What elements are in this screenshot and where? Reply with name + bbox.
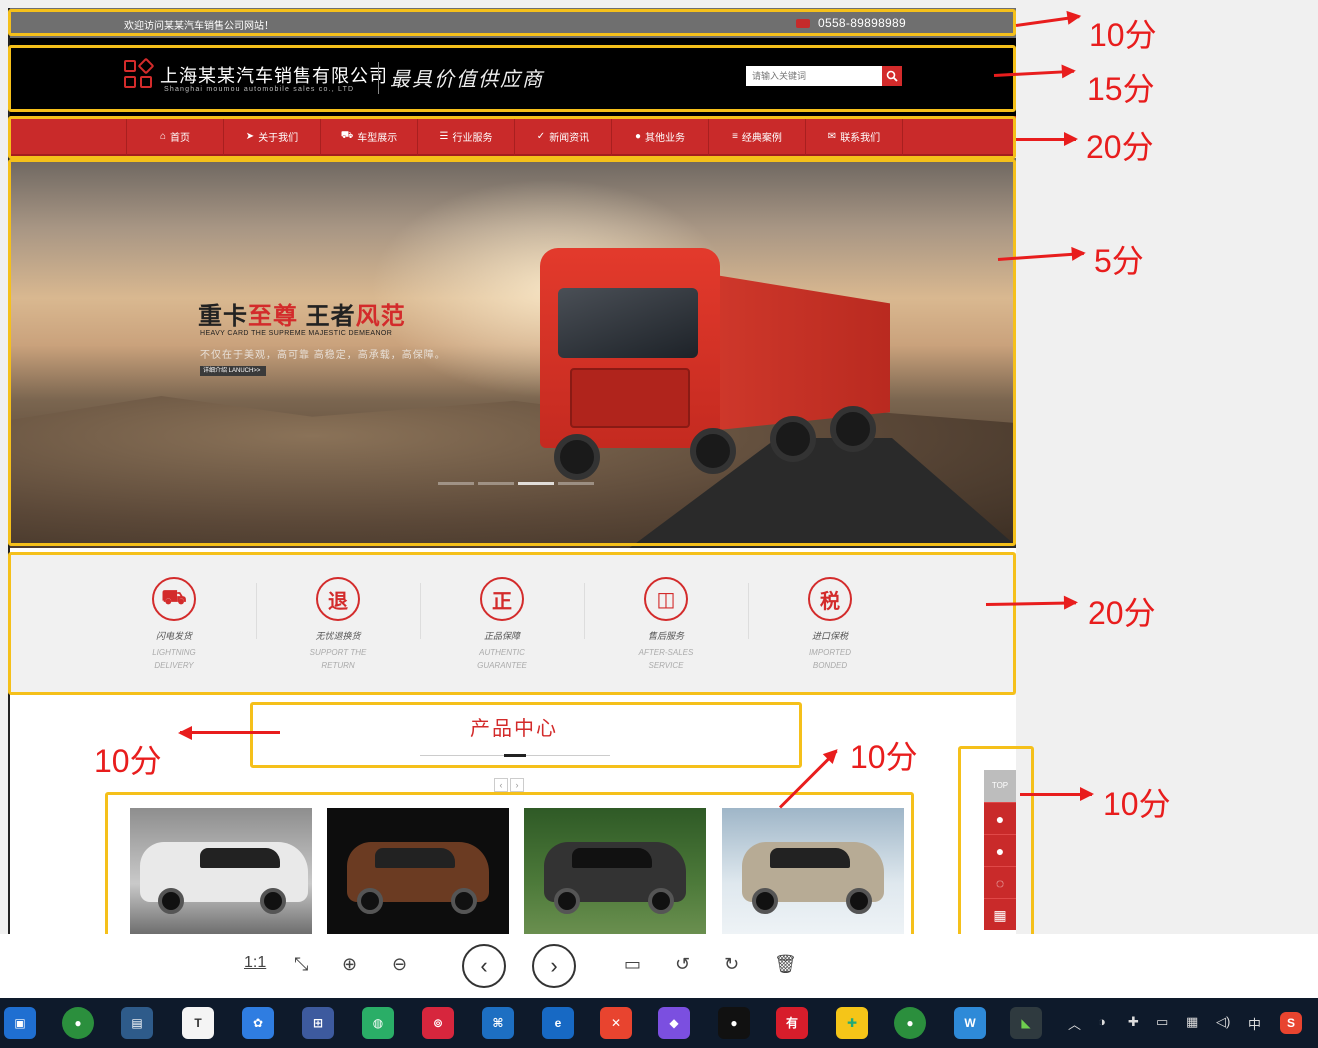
- app-icon[interactable]: 有: [776, 1007, 808, 1039]
- app-icon[interactable]: ⊞: [302, 1007, 334, 1039]
- zoom-in-icon[interactable]: ⊕: [342, 954, 357, 975]
- chevron-up-icon[interactable]: ︿: [1068, 1014, 1081, 1033]
- annotation-arrow: [1020, 787, 1094, 801]
- app-icon[interactable]: ◣: [1010, 1007, 1042, 1039]
- fit-window-icon[interactable]: ⤡: [294, 954, 308, 975]
- score-label: 10分: [1089, 17, 1157, 53]
- annotation-box: [8, 45, 1016, 112]
- annotation-box: [105, 792, 914, 942]
- qq-icon[interactable]: ●: [718, 1007, 750, 1039]
- rotate-right-icon[interactable]: ↻: [724, 954, 739, 975]
- score-label: 20分: [1086, 129, 1154, 165]
- annotation-box: [250, 702, 802, 768]
- chrome-icon[interactable]: ●: [62, 1007, 94, 1039]
- score-label: 10分: [850, 739, 918, 775]
- edge-icon[interactable]: e: [542, 1007, 574, 1039]
- network-icon[interactable]: ▦: [1186, 1014, 1198, 1030]
- tray-icon[interactable]: ✚: [1128, 1014, 1139, 1030]
- score-label: 15分: [1087, 71, 1155, 107]
- app-icon[interactable]: ◆: [658, 1007, 690, 1039]
- app-icon[interactable]: W: [954, 1007, 986, 1039]
- annotation-box: [8, 552, 1016, 695]
- score-label: 5分: [1094, 243, 1144, 279]
- app-icon[interactable]: ✚: [836, 1007, 868, 1039]
- next-image-button[interactable]: ›: [532, 944, 576, 988]
- annotation-box: [958, 746, 1034, 950]
- annotation-box: [8, 9, 1016, 36]
- annotation-box: [8, 159, 1016, 546]
- rotate-left-icon[interactable]: ↺: [675, 954, 690, 975]
- app-icon[interactable]: ⊚: [422, 1007, 454, 1039]
- prev-arrow-icon[interactable]: ‹: [494, 778, 508, 792]
- zoom-out-icon[interactable]: ⊖: [392, 954, 407, 975]
- wechat-icon[interactable]: ◍: [362, 1007, 394, 1039]
- next-arrow-icon[interactable]: ›: [510, 778, 524, 792]
- image-viewer-toolbar: 1:1 ⤡ ⊕ ⊖ ▭ ↺ ↻ 🗑: [0, 934, 1318, 998]
- input-language[interactable]: 中: [1248, 1014, 1261, 1033]
- app-icon[interactable]: ▣: [4, 1007, 36, 1039]
- vscode-icon[interactable]: ⌘: [482, 1007, 514, 1039]
- slideshow-icon[interactable]: ▭: [624, 954, 641, 975]
- score-label: 10分: [94, 743, 162, 779]
- delete-icon[interactable]: 🗑: [774, 954, 797, 975]
- tray-icon[interactable]: ◑: [1098, 1014, 1106, 1029]
- app-icon[interactable]: T: [182, 1007, 214, 1039]
- annotation-box: [8, 116, 1016, 159]
- score-label: 20分: [1088, 595, 1156, 631]
- score-label: 10分: [1103, 786, 1171, 822]
- windows-taskbar: ▣ ● ▤ T ✿ ⊞ ◍ ⊚ ⌘ e ✕ ◆ ● 有 ✚ ● W ◣ ︿ ◑ …: [0, 998, 1318, 1048]
- previous-image-button[interactable]: ‹: [462, 944, 506, 988]
- sogou-icon[interactable]: S: [1280, 1012, 1302, 1034]
- annotation-arrow: [985, 601, 1077, 606]
- volume-icon[interactable]: ◁): [1216, 1014, 1230, 1030]
- annotation-arrow: [1016, 132, 1078, 146]
- annotation-arrow: [180, 731, 280, 734]
- annotation-arrow: [1015, 15, 1080, 27]
- chrome-icon[interactable]: ●: [894, 1007, 926, 1039]
- battery-icon[interactable]: ▭: [1156, 1014, 1168, 1030]
- app-icon[interactable]: ✿: [242, 1007, 274, 1039]
- app-icon[interactable]: ▤: [121, 1007, 153, 1039]
- app-icon[interactable]: ✕: [600, 1007, 632, 1039]
- product-arrows: ‹ ›: [494, 778, 524, 792]
- actual-size-button[interactable]: 1:1: [244, 954, 266, 972]
